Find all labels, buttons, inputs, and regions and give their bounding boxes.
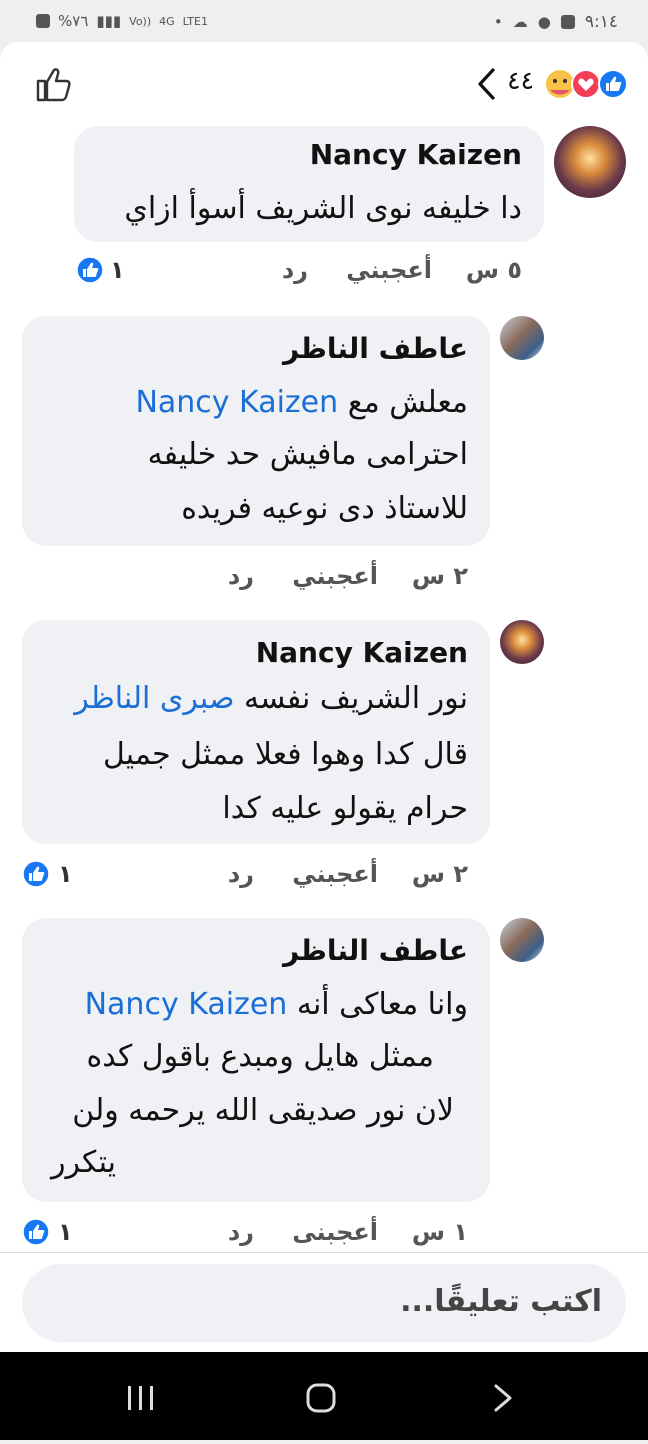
avatar[interactable] xyxy=(500,620,544,664)
network-4g-label: 4G xyxy=(159,14,175,28)
comment-time: ١ س xyxy=(411,1218,468,1246)
comment-text: احترامى مافيش حد خليفه xyxy=(147,437,468,472)
like-link[interactable]: أعجبني xyxy=(292,562,378,590)
reactions-header: ٤٤ xyxy=(0,42,648,126)
reply-link[interactable]: رد xyxy=(282,256,308,284)
like-icon xyxy=(22,860,50,888)
signal-icon: ▮▮▮ xyxy=(96,12,122,30)
comment-line: وانا معاكى أنه xyxy=(296,987,468,1022)
comment-text: قال كدا وهوا فعلا ممثل جميل xyxy=(102,737,468,772)
comment-input-placeholder: اكتب تعليقًا... xyxy=(400,1284,602,1319)
comment-time: ٢ س xyxy=(411,562,468,590)
comment-text: وانا معاكى أنه Nancy Kaizen xyxy=(85,978,468,1032)
comment-like-count[interactable]: ١ xyxy=(58,1218,73,1246)
thumbs-up-outline-icon[interactable] xyxy=(34,64,74,104)
comment-author[interactable]: Nancy Kaizen xyxy=(256,636,468,669)
comment-text: دا خليفه نوى الشريف أسوأ ازاي xyxy=(124,191,522,226)
clock-time: ٩:١٤ xyxy=(584,12,618,32)
comment-text: نور الشريف نفسه صبرى الناظر xyxy=(74,672,468,726)
like-icon xyxy=(598,69,628,99)
comment-line: نور الشريف نفسه xyxy=(244,681,468,716)
mention-link[interactable]: صبرى الناظر xyxy=(74,681,234,716)
comments-sheet: ٤٤ Nancy Kaizen دا خليفه نوى الشريف أسوأ… xyxy=(0,42,648,1352)
comment-author[interactable]: عاطف الناظر xyxy=(283,934,468,967)
football-icon: ● xyxy=(537,13,551,31)
nav-buttons xyxy=(128,1383,512,1413)
comment-text: معلش مع Nancy Kaizen xyxy=(135,376,468,430)
comment-text: حرام يقولو عليه كدا xyxy=(222,791,468,826)
avatar[interactable] xyxy=(500,316,544,360)
cloud-icon: ☁ xyxy=(512,13,528,31)
dot-icon: • xyxy=(493,13,503,31)
comment-time: ٢ س xyxy=(411,860,468,888)
reply-link[interactable]: رد xyxy=(228,860,254,888)
battery-level: %٧٦ xyxy=(58,12,89,30)
love-icon xyxy=(571,69,601,99)
status-bar: %٧٦ ▮▮▮ Vo)) 4G LTE1 • ☁ ● ٩:١٤ xyxy=(0,0,648,42)
avatar[interactable] xyxy=(500,918,544,962)
reply-link[interactable]: رد xyxy=(228,562,254,590)
composer-divider xyxy=(0,1252,648,1253)
comment-input[interactable]: اكتب تعليقًا... xyxy=(22,1264,626,1342)
home-icon[interactable] xyxy=(306,1383,336,1413)
comment-author[interactable]: عاطف الناظر xyxy=(283,332,468,365)
comment-time: ٥ س xyxy=(465,256,522,284)
reaction-icons[interactable] xyxy=(544,68,630,100)
mention-link[interactable]: Nancy Kaizen xyxy=(135,385,338,420)
like-link[interactable]: أعجبني xyxy=(292,860,378,888)
reply-link[interactable]: رد xyxy=(228,1218,254,1246)
comment-like-count[interactable]: ١ xyxy=(110,256,125,284)
like-icon xyxy=(76,256,104,284)
comment-text: ممثل هايل ومبدع باقول كده xyxy=(86,1039,435,1074)
avatar[interactable] xyxy=(554,126,626,198)
like-link[interactable]: أعجبنى xyxy=(292,1218,378,1246)
comment-text: لان نور صديقى الله يرحمه ولن xyxy=(72,1093,454,1128)
like-link[interactable]: أعجبني xyxy=(346,256,432,284)
system-nav-bar xyxy=(0,1352,648,1440)
back-nav-icon[interactable] xyxy=(494,1384,512,1412)
reaction-count[interactable]: ٤٤ xyxy=(507,66,534,95)
comment-text: يتكرر xyxy=(50,1145,116,1180)
like-icon xyxy=(22,1218,50,1246)
recent-apps-icon[interactable] xyxy=(128,1386,153,1410)
mention-link[interactable]: Nancy Kaizen xyxy=(85,987,288,1022)
battery-icon xyxy=(36,14,50,28)
gallery-icon xyxy=(560,15,575,29)
comment-author[interactable]: Nancy Kaizen xyxy=(310,138,522,171)
comment-text: للاستاذ دى نوعيه فريده xyxy=(181,491,468,526)
volte-label: Vo)) xyxy=(129,14,152,28)
comment-line: معلش مع xyxy=(347,385,468,420)
chevron-left-icon[interactable] xyxy=(474,66,498,102)
care-icon xyxy=(546,70,574,98)
comment-like-count[interactable]: ١ xyxy=(58,860,73,888)
lte-label: LTE1 xyxy=(182,14,208,28)
